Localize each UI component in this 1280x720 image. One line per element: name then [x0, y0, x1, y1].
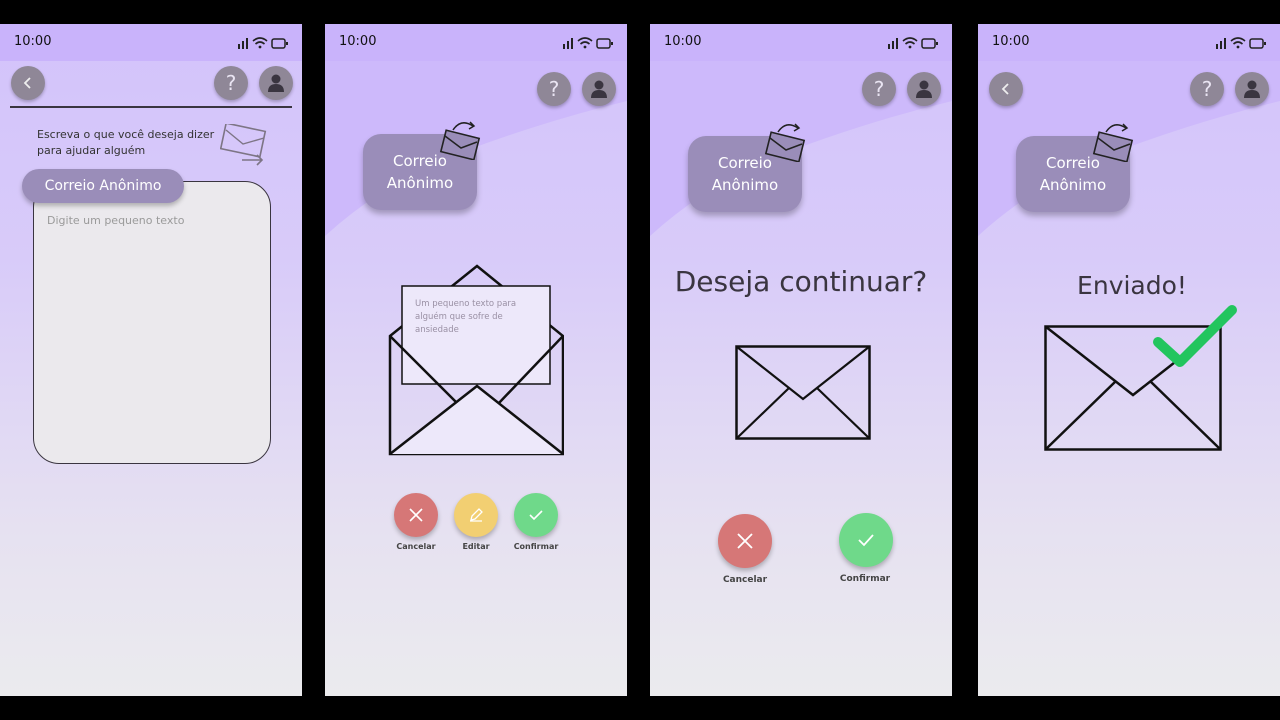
letter-preview-text: Um pequeno texto para alguém que sofre d…	[415, 299, 517, 335]
instruction-text: Escreva o que você deseja dizer para aju…	[37, 128, 215, 157]
brand-line-2: Anônimo	[1039, 176, 1107, 194]
status-time: 10:00	[14, 34, 52, 49]
question-icon: ?	[873, 77, 885, 101]
user-icon	[1244, 80, 1260, 98]
status-time: 10:00	[339, 34, 377, 49]
chevron-left-icon	[23, 77, 31, 89]
status-bar: 10:00	[0, 24, 302, 61]
message-textarea[interactable]: Digite um pequeno texto	[33, 181, 271, 464]
question-icon: ?	[225, 71, 237, 95]
profile-button[interactable]	[907, 72, 941, 106]
profile-button[interactable]	[259, 66, 293, 100]
close-icon	[737, 533, 753, 549]
back-button[interactable]	[11, 66, 45, 100]
check-icon	[858, 534, 874, 547]
open-envelope-illustration	[388, 264, 564, 456]
correio-anonimo-tab[interactable]: Correio Anônimo	[22, 169, 184, 203]
edit-button[interactable]	[454, 493, 498, 537]
user-icon	[916, 80, 932, 98]
profile-button[interactable]	[582, 72, 616, 106]
status-icons	[1216, 37, 1266, 49]
sent-title: Enviado!	[1077, 271, 1187, 300]
help-button[interactable]: ?	[1190, 72, 1224, 106]
status-bar: 10:00	[978, 24, 1280, 61]
confirm-button[interactable]	[839, 513, 893, 567]
confirm-button[interactable]	[514, 493, 558, 537]
textarea-placeholder: Digite um pequeno texto	[47, 214, 185, 227]
question-icon: ?	[1201, 77, 1213, 101]
help-button[interactable]: ?	[537, 72, 571, 106]
status-time: 10:00	[664, 34, 702, 49]
send-mail-icon	[220, 124, 267, 166]
confirm-label: Confirmar	[839, 574, 891, 584]
header-divider	[10, 106, 292, 108]
edit-label: Editar	[462, 542, 490, 551]
cancel-label: Cancelar	[396, 542, 436, 551]
check-icon	[1153, 305, 1237, 367]
screen-preview-letter: 10:00 ? Correio Anônimo Um pequeno texto…	[325, 24, 627, 696]
status-icons	[563, 37, 613, 49]
close-icon	[409, 508, 423, 522]
open-envelope-icon	[764, 123, 806, 162]
screen-write-message: 10:00 ? Escreva o que você deseja dizer …	[0, 24, 302, 696]
open-envelope-icon	[1092, 123, 1134, 162]
help-button[interactable]: ?	[862, 72, 896, 106]
user-icon	[268, 74, 284, 92]
question-icon: ?	[548, 77, 560, 101]
check-icon	[529, 510, 543, 521]
pencil-icon	[470, 508, 483, 522]
envelope-illustration	[735, 345, 871, 440]
confirm-label: Confirmar	[513, 542, 559, 551]
brand-line-2: Anônimo	[386, 174, 454, 192]
help-button[interactable]: ?	[214, 66, 248, 100]
status-time: 10:00	[992, 34, 1030, 49]
user-icon	[591, 80, 607, 98]
brand-line-2: Anônimo	[711, 176, 779, 194]
status-icons	[888, 37, 938, 49]
profile-button[interactable]	[1235, 72, 1269, 106]
status-icons	[238, 37, 288, 49]
status-bar: 10:00	[650, 24, 952, 61]
cancel-button[interactable]	[394, 493, 438, 537]
open-envelope-icon	[439, 121, 481, 160]
back-button[interactable]	[989, 72, 1023, 106]
status-bar: 10:00	[325, 24, 627, 61]
screen-confirm: 10:00 ? Correio Anônimo Deseja continuar…	[650, 24, 952, 696]
chevron-left-icon	[1001, 83, 1009, 95]
cancel-label: Cancelar	[722, 575, 768, 585]
cancel-button[interactable]	[718, 514, 772, 568]
confirm-question: Deseja continuar?	[674, 265, 928, 298]
screen-sent: 10:00 ? Correio Anônimo Enviado!	[978, 24, 1280, 696]
